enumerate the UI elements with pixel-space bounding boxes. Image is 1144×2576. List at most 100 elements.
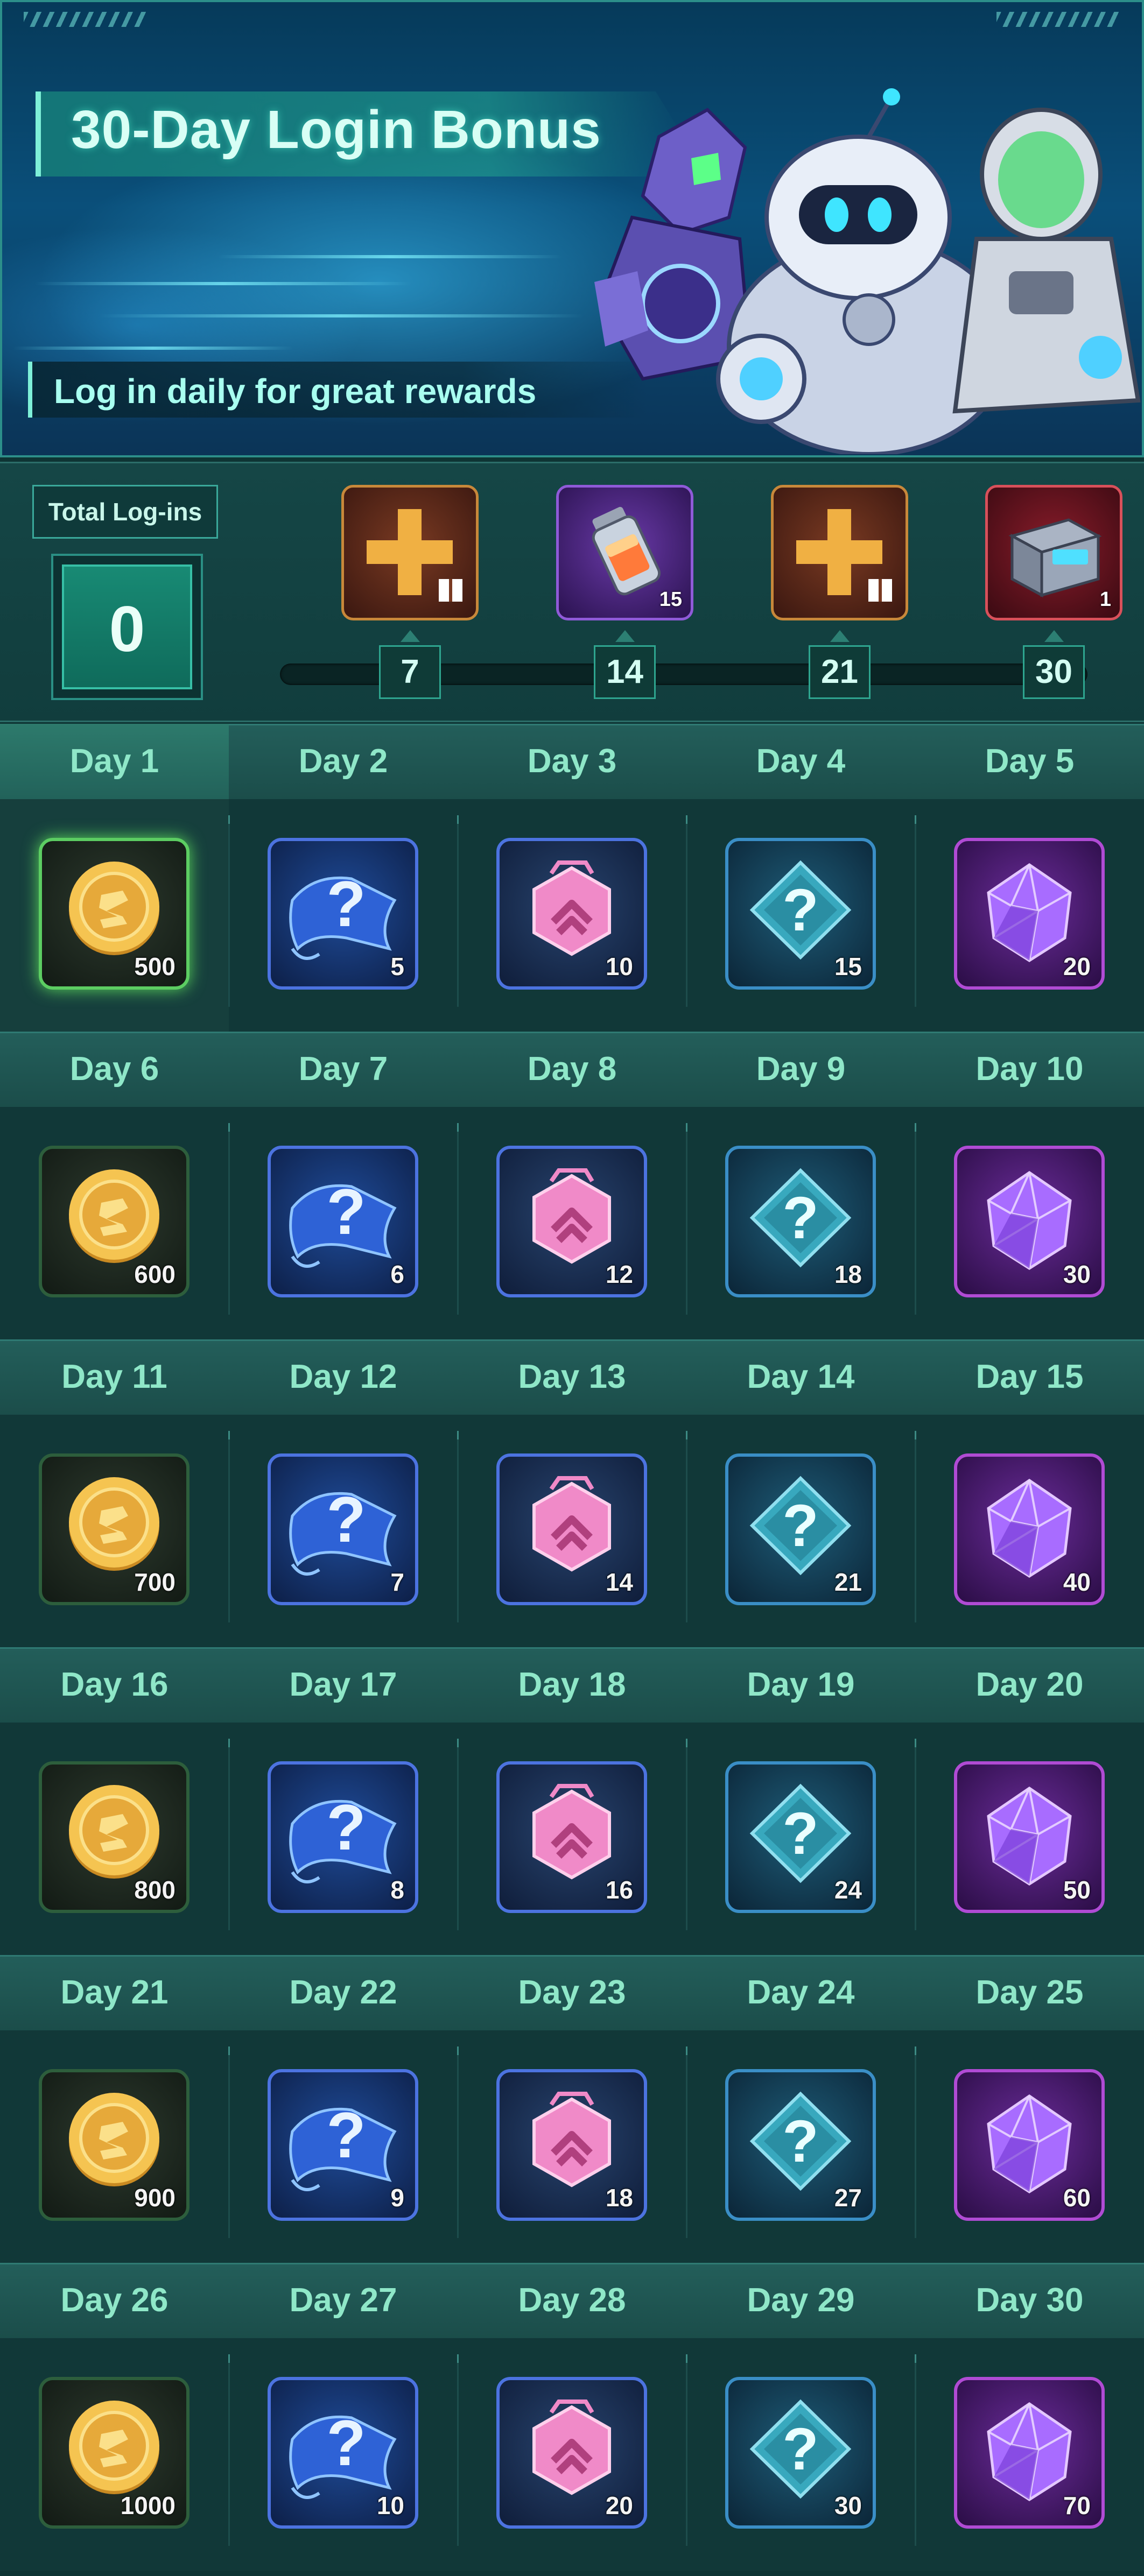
total-logins-value: 0 (62, 564, 192, 689)
reward-card[interactable]: ? 24 (725, 1761, 876, 1913)
reward-card[interactable]: 16 (496, 1761, 647, 1913)
svg-text:?: ? (782, 2416, 818, 2482)
column-divider (915, 1132, 916, 1315)
reward-card[interactable]: ? 9 (268, 2069, 418, 2221)
robot-characters-art (594, 88, 1141, 454)
day-label: Day 28 (518, 2282, 626, 2319)
svg-text:?: ? (326, 1484, 366, 1556)
reward-card[interactable]: ? 6 (268, 1146, 418, 1297)
reward-card[interactable]: 18 (496, 2069, 647, 2221)
reward-quantity: 500 (134, 952, 176, 980)
reward-card[interactable]: 900 (39, 2069, 190, 2221)
reward-card[interactable]: 30 (954, 1146, 1105, 1297)
day-label: Day 2 (298, 743, 388, 780)
column-divider (457, 1439, 459, 1622)
milestone-reward-21[interactable]: 21 (771, 485, 908, 700)
column-divider (915, 1439, 916, 1622)
day-label: Day 30 (975, 2282, 1084, 2319)
day-label: Day 21 (60, 1974, 169, 2011)
milestone-quantity: 15 (659, 588, 682, 611)
reward-card[interactable]: 20 (496, 2377, 647, 2529)
reward-card[interactable]: ? 5 (268, 838, 418, 990)
reward-card[interactable]: ? 15 (725, 838, 876, 990)
reward-card[interactable]: ? 8 (268, 1761, 418, 1913)
login-progress-panel: Total Log-ins 0 7 15 14 21 1 30 (0, 462, 1144, 722)
column-divider (228, 824, 230, 1007)
reward-card[interactable]: ? 7 (268, 1453, 418, 1605)
column-divider (228, 1439, 230, 1622)
day-label: Day 14 (747, 1358, 855, 1395)
reward-quantity: 18 (834, 1260, 862, 1288)
day-label: Day 3 (527, 743, 617, 780)
reward-card[interactable]: 600 (39, 1146, 190, 1297)
column-divider (457, 1132, 459, 1315)
page-title: 30-Day Login Bonus (71, 100, 601, 160)
reward-quantity: 30 (1063, 1260, 1091, 1288)
day-label: Day 7 (298, 1050, 388, 1088)
reward-quantity: 8 (390, 1876, 404, 1904)
milestone-reward-30[interactable]: 1 30 (985, 485, 1122, 700)
reward-quantity: 20 (605, 2492, 633, 2519)
column-divider (228, 1132, 230, 1315)
milestone-reward-14[interactable]: 15 14 (556, 485, 693, 700)
reward-card[interactable]: ? 10 (268, 2377, 418, 2529)
reward-card[interactable]: 1000 (39, 2377, 190, 2529)
banner-stripes-right (996, 12, 1120, 27)
purple-mecha-icon (594, 108, 753, 381)
day-label: Day 19 (747, 1666, 855, 1703)
banner: 30-Day Login Bonus Log in daily for grea… (0, 0, 1144, 457)
reward-card[interactable]: ? 30 (725, 2377, 876, 2529)
reward-card[interactable]: 60 (954, 2069, 1105, 2221)
total-logins-label: Total Log-ins (32, 485, 218, 539)
day-label: Day 11 (61, 1358, 167, 1395)
milestone-reward-7[interactable]: 7 (341, 485, 479, 700)
reward-card[interactable]: 800 (39, 1761, 190, 1913)
reward-card[interactable]: 20 (954, 838, 1105, 990)
day-label: Day 29 (747, 2282, 855, 2319)
day-label: Day 4 (756, 743, 846, 780)
svg-text:?: ? (326, 2099, 366, 2171)
day-label: Day 20 (975, 1666, 1084, 1703)
reward-week-row: Day 26 1000 Day 27 ? 10 Day 28 20 Day 29… (0, 2263, 1144, 2571)
column-divider (686, 2363, 687, 2546)
reward-card[interactable]: 10 (496, 838, 647, 990)
reward-quantity: 6 (390, 1260, 404, 1288)
reward-card[interactable]: 12 (496, 1146, 647, 1297)
reward-card[interactable]: ? 18 (725, 1146, 876, 1297)
reward-card[interactable]: 14 (496, 1453, 647, 1605)
reward-card[interactable]: 70 (954, 2377, 1105, 2529)
milestone-pointer (1044, 630, 1064, 642)
reward-card[interactable]: ? 27 (725, 2069, 876, 2221)
reward-card[interactable]: 40 (954, 1453, 1105, 1605)
milestone-pointer (830, 630, 850, 642)
reward-card[interactable]: 700 (39, 1453, 190, 1605)
reward-quantity: 15 (834, 952, 862, 980)
day-label: Day 26 (60, 2282, 169, 2319)
day-label: Day 1 (0, 724, 229, 799)
milestone-icon-box: 15 (556, 485, 693, 620)
day-label: Day 5 (985, 743, 1075, 780)
day-label: Day 8 (527, 1050, 617, 1088)
column-divider (915, 824, 916, 1007)
glow-line (34, 282, 411, 285)
reward-quantity: 20 (1063, 952, 1091, 980)
reward-week-row: Day 16 800 Day 17 ? 8 Day 18 16 Day 19 ?… (0, 1647, 1144, 1955)
reward-card[interactable]: 50 (954, 1761, 1105, 1913)
column-divider (457, 1747, 459, 1930)
reward-card[interactable]: ? 21 (725, 1453, 876, 1605)
reward-quantity: 14 (605, 1568, 633, 1596)
reward-quantity: 10 (605, 952, 633, 980)
reward-card[interactable]: 500 (39, 838, 190, 990)
reward-quantity: 600 (134, 1260, 176, 1288)
gift-chest-icon (796, 509, 892, 602)
column-divider (686, 824, 687, 1007)
milestone-pointer (401, 630, 420, 642)
milestone-day-number: 30 (1023, 645, 1085, 699)
milestone-icon-box (771, 485, 908, 620)
svg-text:?: ? (782, 2108, 818, 2175)
column-divider (686, 2055, 687, 2238)
day-label: Day 6 (69, 1050, 159, 1088)
glow-line (13, 347, 293, 350)
reward-week-row: Day 6 600 Day 7 ? 6 Day 8 12 Day 9 ? 18 … (0, 1032, 1144, 1339)
reward-quantity: 700 (134, 1568, 176, 1596)
